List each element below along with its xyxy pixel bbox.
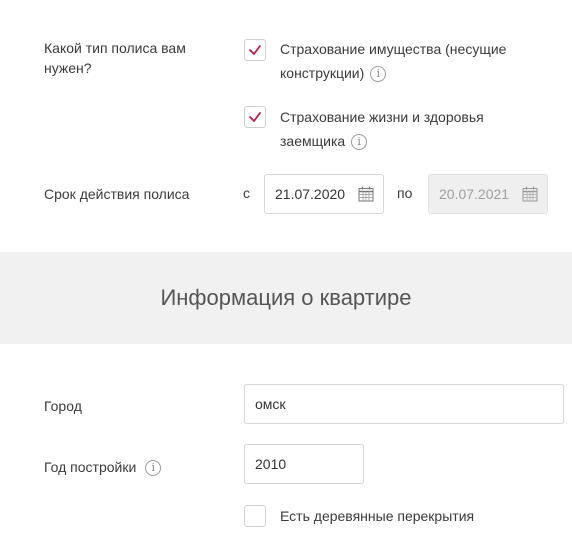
life-insurance-checkbox[interactable] bbox=[244, 106, 266, 128]
validity-from-label: с bbox=[243, 185, 250, 201]
calendar-icon[interactable] bbox=[358, 186, 374, 202]
wooden-floors-label: Есть деревянные перекрытия bbox=[280, 508, 475, 524]
validity-label: Срок действия полиса bbox=[44, 186, 190, 202]
life-insurance-label-line1: Страхование жизни и здоровья bbox=[280, 109, 484, 125]
year-value: 2010 bbox=[255, 456, 287, 472]
check-mark-icon bbox=[249, 112, 261, 122]
section-header: Информация о квартире bbox=[0, 252, 572, 344]
check-mark-icon bbox=[249, 45, 261, 55]
validity-to-input: 20.07.2021 bbox=[428, 174, 548, 214]
validity-from-input[interactable]: 21.07.2020 bbox=[264, 174, 384, 214]
year-input[interactable]: 2010 bbox=[244, 444, 364, 484]
property-insurance-label-line2: конструкции) bbox=[280, 65, 365, 81]
city-input[interactable]: омск bbox=[244, 384, 564, 424]
validity-to-label: по bbox=[397, 185, 413, 201]
section-title: Информация о квартире bbox=[160, 285, 412, 310]
life-insurance-label-line2: заемщика bbox=[280, 133, 346, 149]
validity-from-value: 21.07.2020 bbox=[275, 186, 346, 202]
life-insurance-label-line2-row: заемщика i bbox=[280, 129, 368, 153]
policy-type-label: Какой тип полиса вам нужен? bbox=[44, 40, 186, 76]
city-value: омск bbox=[255, 396, 286, 412]
city-label: Город bbox=[44, 398, 82, 414]
property-insurance-label-line1: Страхование имущества (несущие bbox=[280, 41, 507, 57]
year-label-row: Год постройки i bbox=[44, 457, 162, 477]
validity-to-value: 20.07.2021 bbox=[439, 186, 510, 202]
info-icon[interactable]: i bbox=[351, 134, 368, 151]
calendar-icon bbox=[522, 186, 538, 202]
wooden-floors-checkbox[interactable] bbox=[244, 505, 266, 527]
year-label: Год постройки bbox=[44, 459, 137, 475]
info-icon[interactable]: i bbox=[370, 66, 387, 83]
property-insurance-label-line2-row: конструкции) i bbox=[280, 61, 387, 85]
property-insurance-checkbox[interactable] bbox=[244, 39, 266, 61]
info-icon[interactable]: i bbox=[145, 460, 162, 477]
